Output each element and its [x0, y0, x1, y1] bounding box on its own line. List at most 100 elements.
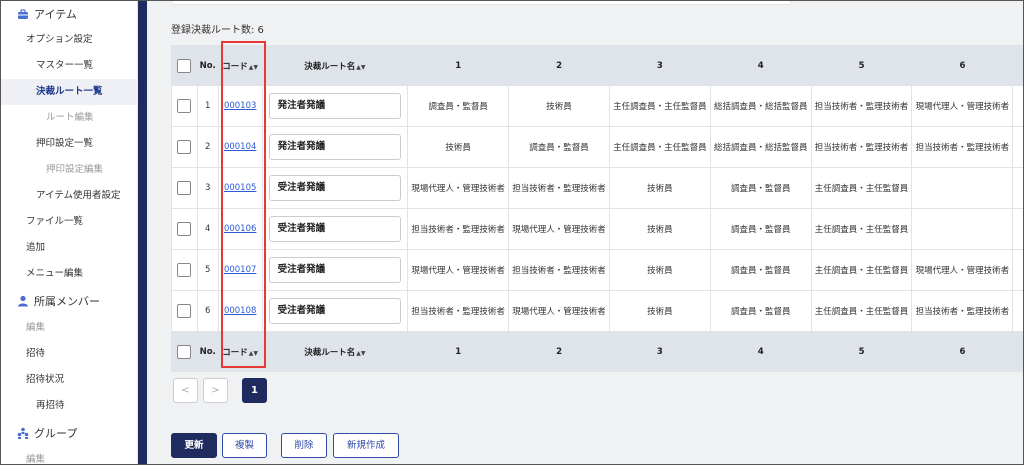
- row-checkbox[interactable]: [177, 263, 192, 277]
- row-step-cell: 担当技術者・監理技術者: [508, 249, 610, 291]
- row-checkbox[interactable]: [177, 304, 192, 318]
- row-step-cell: 調査員・監督員: [407, 85, 510, 127]
- sidebar-item-invite-status[interactable]: 招待状況: [1, 367, 138, 393]
- row-step-cell: 技術員: [608, 208, 711, 250]
- sidebar-item-master-list[interactable]: マスター一覧: [1, 53, 138, 79]
- sidebar-item-stamp-settings-list[interactable]: 押印設定一覧: [1, 131, 138, 157]
- row-step-cell: 技術員: [608, 167, 711, 209]
- route-name-input[interactable]: 受注者発議: [268, 298, 401, 324]
- route-name-input[interactable]: 発注者発議: [268, 93, 401, 119]
- row-select-cell: [171, 126, 198, 168]
- footer-route-name[interactable]: 決裁ルート名▲▼: [261, 331, 409, 372]
- sidebar-item-label: 編集: [26, 322, 46, 333]
- route-code-link[interactable]: 000108: [224, 306, 256, 316]
- row-checkbox[interactable]: [177, 140, 192, 154]
- row-step-cell: 現場代理人・管理技術者: [407, 167, 510, 209]
- row-step-cell: 主任調査員・主任監督員: [608, 85, 711, 127]
- sidebar-item-menu-edit[interactable]: メニュー編集: [1, 261, 138, 287]
- row-no: 2: [196, 126, 219, 168]
- table-row: 1 000103 発注者発議 調査員・監督員 技術員 主任調査員・主任監督員 総…: [171, 85, 1023, 127]
- sidebar-item-approval-route-list[interactable]: 決裁ルート一覧: [1, 79, 138, 105]
- row-checkbox[interactable]: [177, 222, 192, 236]
- row-step-cell: 担当技術者・監理技術者: [508, 167, 610, 209]
- row-step-cell: 担当技術者・監理技術者: [911, 126, 1014, 168]
- row-step-cell: 主任調査員・主任監督員: [810, 167, 913, 209]
- header-step-5: 5: [810, 45, 913, 86]
- pagination-next-button[interactable]: >: [203, 378, 228, 403]
- sidebar-item-item-user-settings[interactable]: アイテム使用者設定: [1, 183, 138, 209]
- row-step-cell: [911, 167, 1014, 209]
- route-code-link[interactable]: 000107: [224, 265, 256, 275]
- row-step-cell: 現場代理人・管理技術者: [508, 208, 610, 250]
- table-row: 3 000105 受注者発議 現場代理人・管理技術者 担当技術者・監理技術者 技…: [171, 167, 1023, 209]
- header-no: No.: [196, 45, 219, 86]
- row-code-cell: 000104: [217, 126, 263, 168]
- user-icon: [18, 295, 28, 307]
- sidebar-item-reinvite[interactable]: 再招待: [1, 393, 138, 419]
- duplicate-button[interactable]: 複製: [222, 433, 267, 458]
- footer-overflow: [1012, 331, 1023, 372]
- route-name-input[interactable]: 受注者発議: [268, 216, 401, 242]
- sidebar-item-group-edit[interactable]: 編集: [1, 447, 138, 465]
- row-step-cell: 技術員: [608, 290, 711, 332]
- row-step-cell: 総括調査員・総括監督員: [709, 126, 812, 168]
- sidebar-item-label: 決裁ルート一覧: [36, 86, 103, 97]
- footer-step-4: 4: [709, 331, 812, 372]
- row-checkbox[interactable]: [177, 99, 192, 113]
- row-name-cell: 受注者発議: [261, 167, 409, 209]
- route-code-link[interactable]: 000103: [224, 101, 256, 111]
- route-name-input[interactable]: 受注者発議: [268, 257, 401, 283]
- sort-icon: ▲▼: [248, 349, 259, 357]
- row-step-cell: 主任調査員・主任監督員: [810, 290, 913, 332]
- route-name-input[interactable]: 受注者発議: [268, 175, 401, 201]
- sidebar-item-label: アイテム使用者設定: [36, 190, 121, 201]
- sidebar: アイテム オプション設定 マスター一覧 決裁ルート一覧 ルート編集 押印設定一覧…: [1, 1, 138, 465]
- row-name-cell: 受注者発議: [261, 249, 409, 291]
- sidebar-item-route-edit[interactable]: ルート編集: [1, 105, 138, 131]
- sidebar-item-members[interactable]: 所属メンバー: [1, 289, 138, 315]
- main-content: 登録決裁ルート数: 6 No. コード▲▼ 決裁ルート名▲▼ 1 2 3 4 5…: [147, 1, 1023, 464]
- row-step-cell: 主任調査員・主任監督員: [810, 249, 913, 291]
- pagination-page-1[interactable]: 1: [242, 378, 267, 403]
- header-step-2: 2: [508, 45, 610, 86]
- table-header-row: No. コード▲▼ 決裁ルート名▲▼ 1 2 3 4 5 6: [171, 45, 1023, 86]
- row-code-cell: 000103: [217, 85, 263, 127]
- row-overflow: [1012, 126, 1023, 168]
- header-code[interactable]: コード▲▼: [217, 45, 263, 86]
- top-card: [171, 1, 791, 5]
- sidebar-item-stamp-settings-edit[interactable]: 押印設定編集: [1, 157, 138, 183]
- sidebar-item-group[interactable]: グループ: [1, 421, 138, 447]
- select-all-checkbox[interactable]: [177, 58, 192, 73]
- route-code-link[interactable]: 000104: [224, 142, 256, 152]
- sidebar-item-add[interactable]: 追加: [1, 235, 138, 261]
- delete-button[interactable]: 削除: [281, 433, 327, 458]
- update-button[interactable]: 更新: [171, 433, 217, 458]
- route-code-link[interactable]: 000105: [224, 183, 256, 193]
- sidebar-item-file-list[interactable]: ファイル一覧: [1, 209, 138, 235]
- group-icon: [17, 427, 29, 439]
- footer-code-label: コード: [222, 347, 248, 358]
- approval-route-table: No. コード▲▼ 決裁ルート名▲▼ 1 2 3 4 5 6 1 000103 …: [171, 45, 1023, 372]
- route-name-input[interactable]: 発注者発議: [268, 134, 401, 160]
- route-code-link[interactable]: 000106: [224, 224, 256, 234]
- row-name-cell: 受注者発議: [261, 208, 409, 250]
- sidebar-item-label: マスター一覧: [36, 60, 94, 71]
- row-name-cell: 発注者発議: [261, 85, 409, 127]
- row-select-cell: [171, 85, 198, 127]
- create-new-button[interactable]: 新規作成: [333, 433, 399, 458]
- sidebar-item-label: 所属メンバー: [34, 295, 100, 308]
- row-no: 5: [196, 249, 219, 291]
- sidebar-item-option-settings[interactable]: オプション設定: [1, 27, 138, 53]
- row-step-cell: 現場代理人・管理技術者: [911, 249, 1014, 291]
- select-all-checkbox[interactable]: [177, 344, 192, 359]
- row-checkbox[interactable]: [177, 181, 192, 195]
- header-route-name[interactable]: 決裁ルート名▲▼: [261, 45, 409, 86]
- pagination-prev-button[interactable]: <: [173, 378, 198, 403]
- sidebar-item-member-edit[interactable]: 編集: [1, 315, 138, 341]
- footer-code[interactable]: コード▲▼: [217, 331, 263, 372]
- sidebar-item-label: 編集: [26, 454, 46, 465]
- sidebar-item-item[interactable]: アイテム: [1, 2, 138, 28]
- app-window: アイテム オプション設定 マスター一覧 決裁ルート一覧 ルート編集 押印設定一覧…: [0, 0, 1024, 465]
- sidebar-item-invite[interactable]: 招待: [1, 341, 138, 367]
- sort-icon: ▲▼: [356, 63, 366, 71]
